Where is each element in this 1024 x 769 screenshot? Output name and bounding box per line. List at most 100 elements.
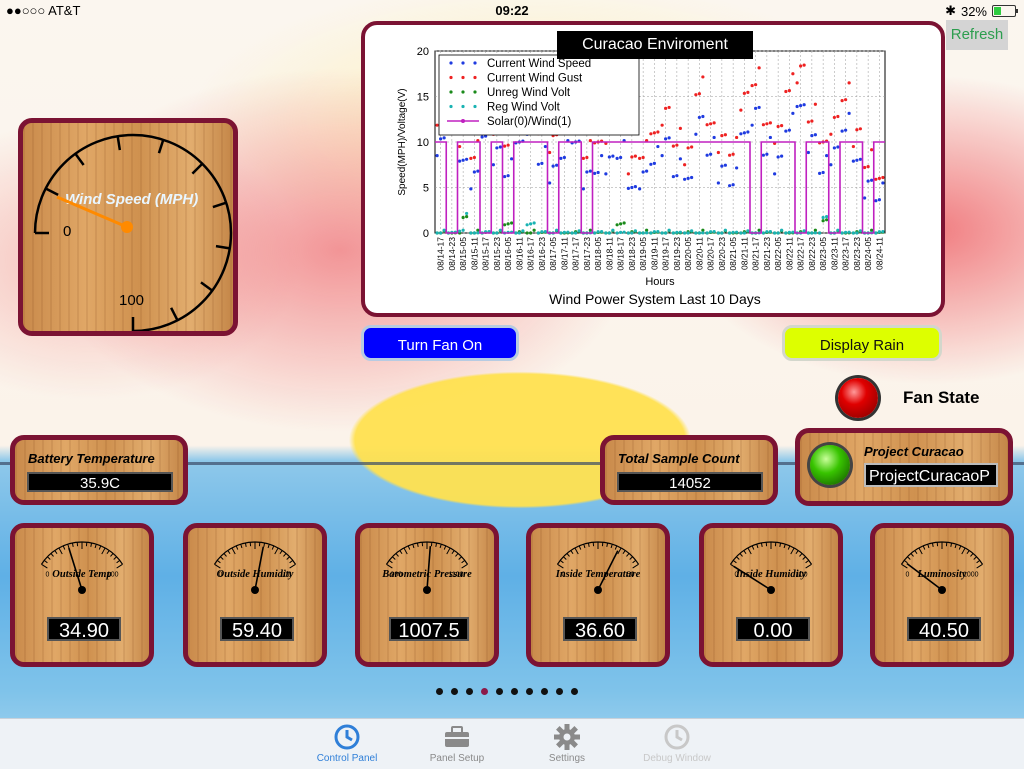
x-tick-label: 08/16-05 bbox=[503, 237, 513, 271]
gauge-tick bbox=[46, 189, 58, 195]
series-point bbox=[713, 230, 716, 233]
tab-debug-window[interactable]: Debug Window bbox=[632, 721, 722, 764]
gauge-tick bbox=[784, 544, 785, 548]
gauge-tick bbox=[47, 557, 50, 560]
page-indicator[interactable] bbox=[436, 688, 578, 695]
gauge-tick bbox=[392, 557, 395, 560]
barometric-pressure-gauge: 9001100Barometric Pressure 1007.5 bbox=[355, 523, 499, 667]
series-point bbox=[597, 230, 600, 233]
gauge-tick bbox=[290, 564, 296, 568]
outside-humidity-gauge: 0100Outside Humidity 59.40 bbox=[183, 523, 327, 667]
series-point bbox=[822, 216, 825, 219]
page-dot[interactable] bbox=[496, 688, 503, 695]
series-point bbox=[462, 159, 465, 162]
page-dot[interactable] bbox=[571, 688, 578, 695]
series-point bbox=[458, 230, 461, 233]
gauge-tick bbox=[245, 543, 246, 547]
series-point bbox=[765, 230, 768, 233]
series-point bbox=[878, 177, 881, 180]
gear-icon bbox=[553, 723, 581, 751]
x-tick-label: 08/18-23 bbox=[627, 237, 637, 271]
series-point bbox=[507, 222, 510, 225]
tab-panel-setup[interactable]: Panel Setup bbox=[412, 721, 502, 764]
gauge-tick bbox=[72, 543, 73, 547]
gauge-tick bbox=[740, 553, 743, 556]
gauge-tick bbox=[780, 543, 781, 547]
gauge-tick bbox=[462, 560, 465, 562]
series-point bbox=[548, 151, 551, 154]
series-point bbox=[728, 184, 731, 187]
series-point bbox=[814, 103, 817, 106]
series-point bbox=[701, 75, 704, 78]
series-point bbox=[473, 170, 476, 173]
series-point bbox=[649, 231, 652, 234]
gauge-tick bbox=[217, 560, 220, 562]
series-point bbox=[439, 137, 442, 140]
series-point bbox=[611, 229, 614, 232]
tab-control-panel[interactable]: Control Panel bbox=[302, 721, 392, 764]
project-curacao-value: ProjectCuracaoP bbox=[864, 463, 998, 487]
series-point bbox=[765, 153, 768, 156]
series-point bbox=[743, 92, 746, 95]
page-dot[interactable] bbox=[451, 688, 458, 695]
x-tick-label: 08/15-05 bbox=[458, 237, 468, 271]
x-tick-label: 08/19-11 bbox=[649, 237, 659, 270]
turn-fan-on-button[interactable]: Turn Fan On bbox=[361, 325, 519, 361]
tab-settings[interactable]: Settings bbox=[522, 721, 612, 764]
series-point bbox=[476, 170, 479, 173]
gauge-tick bbox=[932, 543, 933, 547]
gauge-tick bbox=[584, 544, 585, 548]
series-point bbox=[758, 66, 761, 69]
display-rain-button[interactable]: Display Rain bbox=[782, 325, 942, 361]
series-point bbox=[870, 148, 873, 151]
gauge-tick bbox=[962, 548, 965, 554]
series-point bbox=[844, 129, 847, 132]
page-dot[interactable] bbox=[556, 688, 563, 695]
refresh-button[interactable]: Refresh bbox=[946, 20, 1008, 50]
series-point bbox=[746, 229, 749, 232]
x-tick-label: 08/19-23 bbox=[672, 237, 682, 271]
series-point bbox=[510, 157, 513, 160]
series-point bbox=[675, 144, 678, 147]
x-tick-label: 08/17-23 bbox=[582, 237, 592, 271]
series-point bbox=[814, 231, 817, 234]
series-point bbox=[841, 99, 844, 102]
page-dot[interactable] bbox=[526, 688, 533, 695]
series-point bbox=[751, 84, 754, 87]
series-point bbox=[608, 155, 611, 158]
gauge-tick bbox=[417, 543, 418, 547]
series-point bbox=[679, 127, 682, 130]
gauge-min-label: 0 bbox=[63, 223, 71, 240]
series-point bbox=[664, 137, 667, 140]
page-dot[interactable] bbox=[541, 688, 548, 695]
series-point bbox=[473, 231, 476, 234]
series-point bbox=[867, 180, 870, 183]
gauge-tick bbox=[110, 553, 113, 556]
gauge-tick bbox=[114, 557, 117, 560]
series-point bbox=[597, 171, 600, 174]
series-point bbox=[874, 231, 877, 234]
series-point bbox=[810, 119, 813, 122]
page-dot[interactable] bbox=[436, 688, 443, 695]
series-point bbox=[653, 162, 656, 165]
gauge-label: Inside Temperature bbox=[555, 569, 641, 580]
series-point bbox=[630, 186, 633, 189]
inside-temperature-gauge: 050Inside Temperature 36.60 bbox=[526, 523, 670, 667]
series-point bbox=[724, 229, 727, 232]
gauge-tick bbox=[744, 550, 746, 553]
wind-speed-dial: Wind Speed (MPH) 0 100 bbox=[23, 123, 233, 331]
x-tick-label: 08/23-23 bbox=[852, 237, 862, 271]
x-tick-label: 08/21-17 bbox=[751, 237, 761, 271]
series-point bbox=[544, 230, 547, 233]
gauge-tick bbox=[974, 557, 977, 560]
gauge-tick bbox=[955, 544, 956, 548]
series-point bbox=[762, 123, 765, 126]
gauge-label: Barometric Pressure bbox=[381, 569, 472, 580]
gauge-tick bbox=[171, 308, 177, 320]
page-dot[interactable] bbox=[511, 688, 518, 695]
series-point bbox=[690, 145, 693, 148]
page-dot[interactable] bbox=[481, 688, 488, 695]
page-dot[interactable] bbox=[466, 688, 473, 695]
x-tick-label: 08/22-11 bbox=[784, 237, 794, 270]
series-point bbox=[769, 136, 772, 139]
